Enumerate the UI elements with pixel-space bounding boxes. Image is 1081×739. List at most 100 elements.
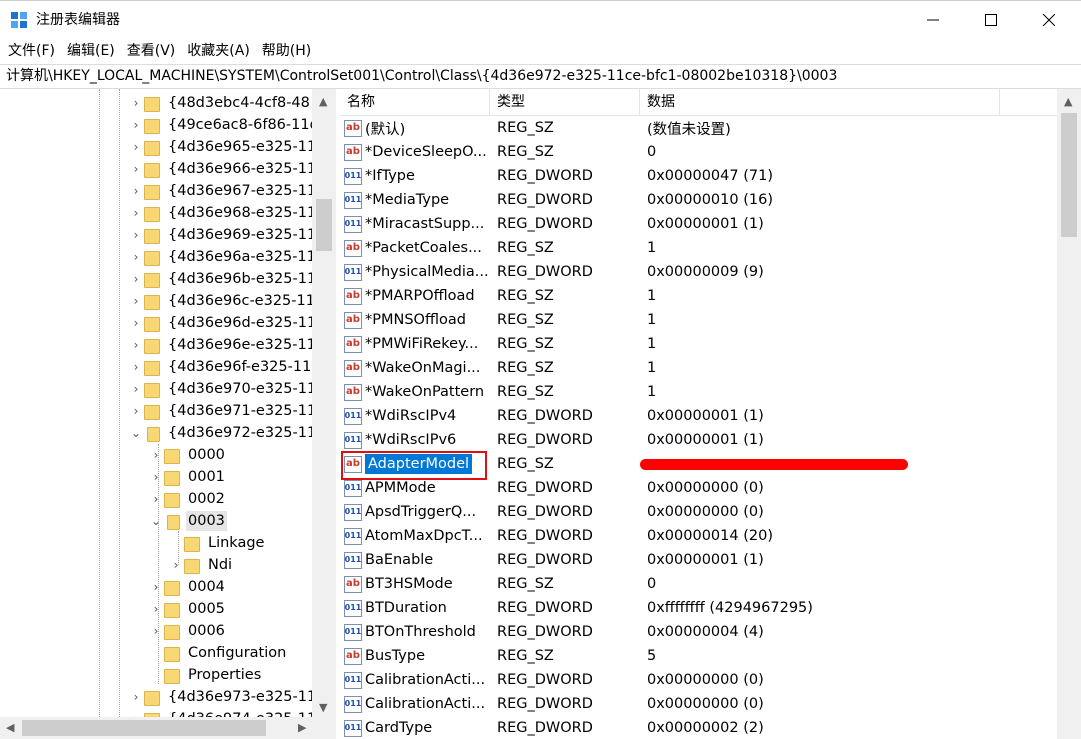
value-row[interactable]: ab *PMNSOffload REG_SZ 1 [340, 308, 1057, 332]
tree-item[interactable]: › {4d36e966-e325-11 [128, 158, 318, 180]
value-row[interactable]: ab *PacketCoales... REG_SZ 1 [340, 236, 1057, 260]
collapse-icon[interactable]: ⌄ [148, 510, 164, 532]
expand-icon[interactable]: › [128, 378, 144, 400]
tree-item[interactable]: › 0005 [148, 598, 227, 620]
expand-icon[interactable]: › [128, 202, 144, 224]
tree-item[interactable]: Properties [148, 664, 263, 686]
value-row[interactable]: ab *PMARPOffload REG_SZ 1 [340, 284, 1057, 308]
tree-item[interactable]: › {4d36e96e-e325-11 [128, 334, 318, 356]
tree-item[interactable]: › {4d36e96a-e325-11 [128, 246, 318, 268]
scroll-up-icon[interactable]: ▲ [1064, 95, 1072, 108]
tree-item[interactable]: Linkage [168, 532, 266, 554]
tree-item[interactable]: Configuration [148, 642, 288, 664]
expand-icon[interactable]: › [148, 598, 164, 620]
tree-item[interactable]: › {4d36e965-e325-11 [128, 136, 318, 158]
tree-vertical-scrollbar[interactable]: ▲ ▼ [312, 89, 336, 717]
value-row[interactable]: 011 CalibrationActi... REG_DWORD 0x00000000… [340, 692, 1057, 716]
column-name[interactable]: 名称 [340, 89, 490, 116]
tree-scroll-thumb[interactable] [316, 199, 332, 251]
tree-hscroll-thumb[interactable] [22, 720, 266, 736]
expand-icon[interactable]: › [128, 180, 144, 202]
expand-icon[interactable]: › [128, 290, 144, 312]
expand-icon[interactable]: › [148, 466, 164, 488]
value-row[interactable]: 011 *MiracastSupp... REG_DWORD 0x00000001 (… [340, 212, 1057, 236]
tree-item[interactable]: › 0001 [148, 466, 227, 488]
expand-icon[interactable]: › [128, 334, 144, 356]
expand-icon[interactable]: › [128, 686, 144, 708]
expand-icon[interactable]: › [128, 400, 144, 422]
value-row[interactable]: 011 *PhysicalMedia... REG_DWORD 0x00000009 … [340, 260, 1057, 284]
column-type[interactable]: 类型 [490, 89, 640, 116]
tree-item[interactable]: › 0002 [148, 488, 227, 510]
minimize-button[interactable] [904, 1, 962, 39]
menu-view[interactable]: 查看(V) [121, 38, 182, 64]
expand-icon[interactable]: › [128, 158, 144, 180]
menu-edit[interactable]: 编辑(E) [61, 38, 121, 64]
expand-icon[interactable]: › [148, 620, 164, 642]
address-bar[interactable]: 计算机\HKEY_LOCAL_MACHINE\SYSTEM\ControlSet… [0, 64, 1081, 89]
menu-help[interactable]: 帮助(H) [256, 38, 317, 64]
tree-item[interactable]: › {4d36e970-e325-11 [128, 378, 318, 400]
tree-item[interactable]: › Ndi [168, 554, 234, 576]
expand-icon[interactable]: › [128, 136, 144, 158]
expand-icon[interactable]: › [128, 246, 144, 268]
values-vertical-scrollbar[interactable]: ▲ [1057, 89, 1081, 739]
scroll-right-icon[interactable]: ▶ [298, 721, 306, 734]
expand-icon[interactable]: › [128, 92, 144, 114]
value-row[interactable]: 011 AtomMaxDpcT... REG_DWORD 0x00000014 (20… [340, 524, 1057, 548]
value-row[interactable]: ab *PMWiFiRekey... REG_SZ 1 [340, 332, 1057, 356]
value-row[interactable]: ab *DeviceSleepO... REG_SZ 0 [340, 140, 1057, 164]
tree-item[interactable]: › 0004 [148, 576, 227, 598]
tree-item[interactable]: ⌄ 0003 [148, 510, 227, 532]
tree-item[interactable]: › {4d36e969-e325-11 [128, 224, 318, 246]
tree-item[interactable]: › {4d36e96f-e325-11 [128, 356, 313, 378]
value-row[interactable]: 011 ApsdTriggerQ... REG_DWORD 0x00000000 (0… [340, 500, 1057, 524]
values-scroll-thumb[interactable] [1061, 113, 1077, 237]
tree-horizontal-scrollbar[interactable]: ◀ ▶ [0, 717, 336, 739]
tree-item[interactable]: › 0000 [148, 444, 227, 466]
expand-icon[interactable]: › [128, 224, 144, 246]
scroll-down-icon[interactable]: ▼ [319, 701, 327, 714]
tree-item[interactable]: › {4d36e973-e325-11 [128, 686, 318, 708]
value-row[interactable]: 011 *WdiRscIPv4 REG_DWORD 0x00000001 (1) [340, 404, 1057, 428]
tree-item[interactable]: › {4d36e96b-e325-11 [128, 268, 318, 290]
maximize-button[interactable] [962, 1, 1020, 39]
close-button[interactable] [1020, 1, 1078, 39]
value-row[interactable]: ab *WakeOnPattern REG_SZ 1 [340, 380, 1057, 404]
collapse-icon[interactable]: ⌄ [128, 422, 144, 444]
expand-icon[interactable]: › [128, 268, 144, 290]
value-row[interactable]: 011 BTDuration REG_DWORD 0xffffffff (429496… [340, 596, 1057, 620]
tree-item[interactable]: › 0006 [148, 620, 227, 642]
expand-icon[interactable]: › [128, 114, 144, 136]
value-row[interactable]: 011 BTOnThreshold REG_DWORD 0x00000004 (4) [340, 620, 1057, 644]
expand-icon[interactable]: › [148, 576, 164, 598]
tree-item[interactable]: › {49ce6ac8-6f86-11d [128, 114, 321, 136]
expand-icon[interactable]: › [128, 312, 144, 334]
tree-item[interactable]: › {4d36e967-e325-11 [128, 180, 318, 202]
scroll-left-icon[interactable]: ◀ [6, 721, 14, 734]
value-row[interactable]: 011 *MediaType REG_DWORD 0x00000010 (16) [340, 188, 1057, 212]
tree-item[interactable]: › {48d3ebc4-4cf8-48 [128, 92, 312, 114]
value-row[interactable]: 011 *IfType REG_DWORD 0x00000047 (71) [340, 164, 1057, 188]
value-row[interactable]: ab *WakeOnMagi... REG_SZ 1 [340, 356, 1057, 380]
menu-file[interactable]: 文件(F) [2, 38, 61, 64]
value-row[interactable]: ab (默认) REG_SZ (数值未设置) [340, 116, 1057, 140]
tree-item[interactable]: ⌄ {4d36e972-e325-11 [128, 422, 318, 444]
value-row[interactable]: 011 *WdiRscIPv6 REG_DWORD 0x00000001 (1) [340, 428, 1057, 452]
expand-icon[interactable]: › [148, 488, 164, 510]
value-row[interactable]: 011 CalibrationActi... REG_DWORD 0x00000000… [340, 668, 1057, 692]
column-data[interactable]: 数据 [640, 89, 1000, 116]
tree-item[interactable]: › {4d36e971-e325-11 [128, 400, 318, 422]
tree-item[interactable]: › {4d36e968-e325-11 [128, 202, 318, 224]
value-row[interactable]: 011 CardType REG_DWORD 0x00000002 (2) [340, 716, 1057, 739]
tree-item[interactable]: › {4d36e96d-e325-11 [128, 312, 318, 334]
value-row[interactable]: 011 BaEnable REG_DWORD 0x00000001 (1) [340, 548, 1057, 572]
scroll-up-icon[interactable]: ▲ [319, 95, 327, 108]
value-row[interactable]: ab BusType REG_SZ 5 [340, 644, 1057, 668]
tree-item[interactable]: › {4d36e96c-e325-11 [128, 290, 317, 312]
menu-favorites[interactable]: 收藏夹(A) [181, 38, 256, 64]
expand-icon[interactable]: › [168, 554, 184, 576]
expand-icon[interactable]: › [148, 444, 164, 466]
expand-icon[interactable]: › [128, 356, 144, 378]
value-row[interactable]: ab BT3HSMode REG_SZ 0 [340, 572, 1057, 596]
